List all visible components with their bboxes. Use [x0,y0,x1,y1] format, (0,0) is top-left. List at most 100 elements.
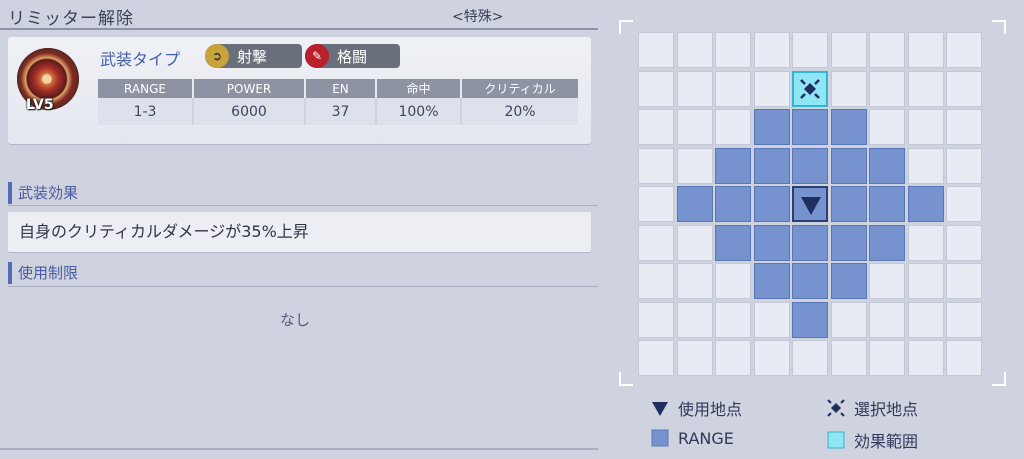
grid-cell [946,186,982,222]
grid-cell [638,186,674,222]
frame-corner [992,372,1006,386]
grid-cell [638,302,674,338]
range-cell [754,225,790,261]
grid-cell [869,109,905,145]
grid-cell [946,225,982,261]
grid-cell [946,340,982,376]
legend-range: RANGE [650,428,734,448]
stat-value-range: 1-3 [98,98,194,125]
range-cell [677,186,713,222]
effect-divider [8,205,598,206]
range-cell [831,225,867,261]
grid-cell [638,71,674,107]
grid-cell [715,302,751,338]
tag-melee: ✎ 格闘 [305,44,400,68]
legend-effect-area: 効果範囲 [826,428,918,452]
grid-cell [869,32,905,68]
grid-cell [638,340,674,376]
limit-heading: 使用制限 [8,262,78,284]
triangle-down-icon [801,197,821,215]
grid-cell [908,340,944,376]
range-cell [792,225,828,261]
tag-melee-label: 格闘 [337,47,368,66]
grid-cell [754,71,790,107]
range-cell [754,263,790,299]
grid-cell [869,302,905,338]
frame-corner [992,20,1006,34]
stat-value-power: 6000 [193,98,306,125]
stat-value-en: 37 [305,98,377,125]
grid-cell [831,340,867,376]
grid-cell [946,71,982,107]
grid-cell [677,32,713,68]
frame-corner [619,372,633,386]
range-cell [792,148,828,184]
weapon-stats-table: RANGE POWER EN 命中 クリティカル 1-3 6000 37 100… [98,79,578,125]
legend-target-label: 選択地点 [854,400,919,419]
triangle-down-icon [650,398,670,418]
shoot-icon: ➲ [205,44,229,68]
range-cell [715,225,751,261]
legend-origin-label: 使用地点 [678,400,743,419]
weapon-level: LV5 [26,97,54,113]
target-marker-icon [800,79,820,99]
limit-divider [8,286,598,287]
range-cell [831,109,867,145]
grid-cell [715,109,751,145]
legend-range-label: RANGE [678,428,734,448]
melee-icon: ✎ [305,44,329,68]
effect-area-swatch-icon [826,430,846,450]
stat-header-critical: クリティカル [461,79,578,98]
grid-cell [638,225,674,261]
grid-cell [908,302,944,338]
range-cell [754,148,790,184]
range-cell [715,186,751,222]
grid-cell [946,148,982,184]
grid-cell [792,32,828,68]
legend-origin: 使用地点 [650,396,742,420]
skill-category: <特殊> [452,9,504,25]
grid-cell [638,263,674,299]
range-map-panel [619,20,1006,386]
stat-header-accuracy: 命中 [376,79,462,98]
grid-cell [677,302,713,338]
grid-cell [946,32,982,68]
frame-corner [619,20,633,34]
grid-cell [908,32,944,68]
target-cell [792,71,828,107]
range-swatch-icon [650,428,670,448]
skill-title: リミッター解除 [8,9,134,29]
grid-cell [754,302,790,338]
grid-cell [638,148,674,184]
grid-cell [677,340,713,376]
range-cell [792,302,828,338]
effect-heading: 武装効果 [8,182,78,204]
grid-cell [908,225,944,261]
stat-header-en: EN [305,79,377,98]
range-cell [831,148,867,184]
range-cell [754,186,790,222]
weapon-type-label: 武装タイプ [100,50,181,69]
grid-cell [869,71,905,107]
grid-cell [715,32,751,68]
grid-cell [754,32,790,68]
grid-cell [831,302,867,338]
stat-header-power: POWER [193,79,306,98]
range-cell [754,109,790,145]
grid-cell [754,340,790,376]
grid-cell [946,302,982,338]
grid-cell [677,225,713,261]
grid-cell [908,263,944,299]
range-cell [831,263,867,299]
stat-value-critical: 20% [461,98,578,125]
tag-shoot: ➲ 射撃 [205,44,302,68]
effect-description: 自身のクリティカルダメージが35%上昇 [8,212,591,252]
grid-cell [677,109,713,145]
grid-cell [715,263,751,299]
origin-cell [792,186,828,222]
range-grid [638,32,985,379]
range-cell [792,263,828,299]
grid-cell [831,32,867,68]
grid-cell [677,263,713,299]
range-cell [869,225,905,261]
